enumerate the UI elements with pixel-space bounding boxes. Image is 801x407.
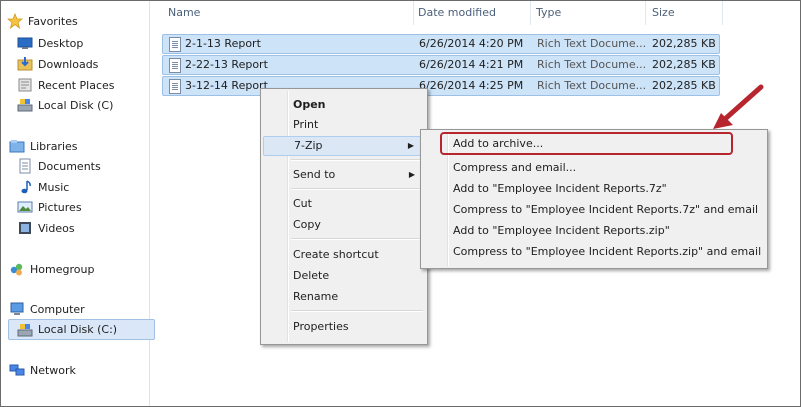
nav-label: Documents bbox=[38, 159, 101, 173]
menu-item-properties[interactable]: Properties bbox=[263, 317, 423, 337]
column-header-size[interactable]: Size bbox=[652, 1, 675, 25]
navigation-pane: Favorites Desktop Downloads Recent Place… bbox=[1, 1, 155, 406]
nav-desktop[interactable]: Desktop bbox=[17, 33, 83, 53]
context-menu: Open Print 7-Zip ▶ Send to ▶ Cut Copy Cr… bbox=[260, 88, 428, 345]
file-type: Rich Text Docume... bbox=[537, 37, 647, 50]
file-size: 202,285 KB bbox=[652, 58, 716, 71]
pictures-icon bbox=[17, 199, 33, 215]
column-header-name[interactable]: Name bbox=[168, 1, 200, 25]
nav-label: Local Disk (C) bbox=[38, 98, 114, 112]
nav-libraries[interactable]: Libraries bbox=[9, 136, 78, 156]
nav-label: Favorites bbox=[28, 14, 78, 28]
column-divider[interactable] bbox=[645, 1, 646, 25]
file-row[interactable]: 2-1-13 Report 6/26/2014 4:20 PM Rich Tex… bbox=[162, 34, 720, 54]
nav-label: Desktop bbox=[38, 36, 84, 50]
nav-pictures[interactable]: Pictures bbox=[17, 197, 82, 217]
nav-favorites[interactable]: Favorites bbox=[6, 11, 78, 31]
highlight-callout-box bbox=[440, 132, 733, 155]
file-name: 2-1-13 Report bbox=[185, 37, 261, 50]
desktop-icon bbox=[17, 35, 33, 51]
nav-label: Videos bbox=[38, 221, 75, 235]
explorer-window: Favorites Desktop Downloads Recent Place… bbox=[0, 0, 801, 407]
nav-label: Homegroup bbox=[30, 262, 95, 276]
menu-item-rename[interactable]: Rename bbox=[263, 287, 423, 307]
menu-item-send-to[interactable]: Send to ▶ bbox=[263, 165, 423, 185]
nav-label: Pictures bbox=[38, 200, 82, 214]
rich-text-document-icon bbox=[169, 79, 181, 94]
column-divider[interactable] bbox=[413, 1, 414, 25]
nav-videos[interactable]: Videos bbox=[17, 218, 75, 238]
documents-icon bbox=[17, 158, 33, 174]
column-header-type[interactable]: Type bbox=[536, 1, 561, 25]
menu-item-label: Send to bbox=[293, 168, 336, 181]
file-size: 202,285 KB bbox=[652, 37, 716, 50]
nav-local-disk-c-selected[interactable]: Local Disk (C:) bbox=[8, 319, 155, 340]
submenu-arrow-icon: ▶ bbox=[408, 170, 415, 179]
videos-icon bbox=[17, 220, 33, 236]
computer-icon bbox=[9, 301, 25, 317]
nav-homegroup[interactable]: Homegroup bbox=[9, 259, 94, 279]
drive-icon bbox=[17, 97, 33, 113]
submenu-item-compress-and-email[interactable]: Compress and email... bbox=[453, 158, 576, 178]
downloads-icon bbox=[17, 56, 33, 72]
nav-recent-places[interactable]: Recent Places bbox=[17, 75, 115, 95]
nav-label: Local Disk (C:) bbox=[38, 323, 118, 336]
nav-label: Downloads bbox=[38, 57, 99, 71]
menu-item-label: 7-Zip bbox=[294, 139, 323, 152]
submenu-item-compress-to-7z-email[interactable]: Compress to "Employee Incident Reports.7… bbox=[453, 200, 758, 220]
menu-item-7zip[interactable]: 7-Zip ▶ bbox=[263, 136, 423, 156]
file-name: 2-22-13 Report bbox=[185, 58, 268, 71]
column-header-date[interactable]: Date modified bbox=[418, 1, 496, 25]
libraries-icon bbox=[9, 138, 25, 154]
file-date: 6/26/2014 4:21 PM bbox=[419, 58, 524, 71]
submenu-item-add-to-zip[interactable]: Add to "Employee Incident Reports.zip" bbox=[453, 221, 670, 241]
nav-label: Libraries bbox=[30, 139, 78, 153]
rich-text-document-icon bbox=[169, 58, 181, 73]
annotation-arrow-icon bbox=[713, 84, 764, 129]
nav-music[interactable]: Music bbox=[17, 177, 69, 197]
nav-network[interactable]: Network bbox=[9, 360, 76, 380]
file-date: 6/26/2014 4:20 PM bbox=[419, 37, 524, 50]
nav-computer[interactable]: Computer bbox=[9, 299, 85, 319]
menu-separator bbox=[291, 188, 423, 190]
file-name: 3-12-14 Report bbox=[185, 79, 268, 92]
menu-item-copy[interactable]: Copy bbox=[263, 215, 423, 235]
menu-item-cut[interactable]: Cut bbox=[263, 194, 423, 214]
star-icon bbox=[6, 12, 24, 30]
menu-separator bbox=[291, 310, 423, 312]
nav-local-disk[interactable]: Local Disk (C) bbox=[17, 95, 113, 115]
file-row[interactable]: 3-12-14 Report 6/26/2014 4:25 PM Rich Te… bbox=[162, 76, 720, 96]
nav-documents[interactable]: Documents bbox=[17, 156, 101, 176]
column-divider[interactable] bbox=[722, 1, 723, 25]
file-type: Rich Text Docume... bbox=[537, 79, 647, 92]
recent-places-icon bbox=[17, 77, 33, 93]
nav-downloads[interactable]: Downloads bbox=[17, 54, 98, 74]
nav-label: Network bbox=[30, 363, 76, 377]
file-row[interactable]: 2-22-13 Report 6/26/2014 4:21 PM Rich Te… bbox=[162, 55, 720, 75]
menu-separator bbox=[291, 159, 423, 161]
submenu-item-add-to-7z[interactable]: Add to "Employee Incident Reports.7z" bbox=[453, 179, 667, 199]
submenu-arrow-icon: ▶ bbox=[407, 141, 414, 150]
homegroup-icon bbox=[9, 261, 25, 277]
nav-label: Music bbox=[38, 180, 70, 194]
menu-item-print[interactable]: Print bbox=[263, 115, 423, 135]
file-date: 6/26/2014 4:25 PM bbox=[419, 79, 524, 92]
file-type: Rich Text Docume... bbox=[537, 58, 647, 71]
nav-label: Computer bbox=[30, 302, 85, 316]
music-icon bbox=[17, 179, 33, 195]
nav-label: Recent Places bbox=[38, 78, 115, 92]
network-icon bbox=[9, 362, 25, 378]
menu-separator bbox=[291, 238, 423, 240]
menu-item-open[interactable]: Open bbox=[263, 95, 423, 115]
menu-item-create-shortcut[interactable]: Create shortcut bbox=[263, 245, 423, 265]
column-divider[interactable] bbox=[530, 1, 531, 25]
submenu-item-compress-to-zip-email[interactable]: Compress to "Employee Incident Reports.z… bbox=[453, 242, 761, 262]
menu-item-delete[interactable]: Delete bbox=[263, 266, 423, 286]
rich-text-document-icon bbox=[169, 37, 181, 52]
drive-icon bbox=[17, 322, 33, 338]
